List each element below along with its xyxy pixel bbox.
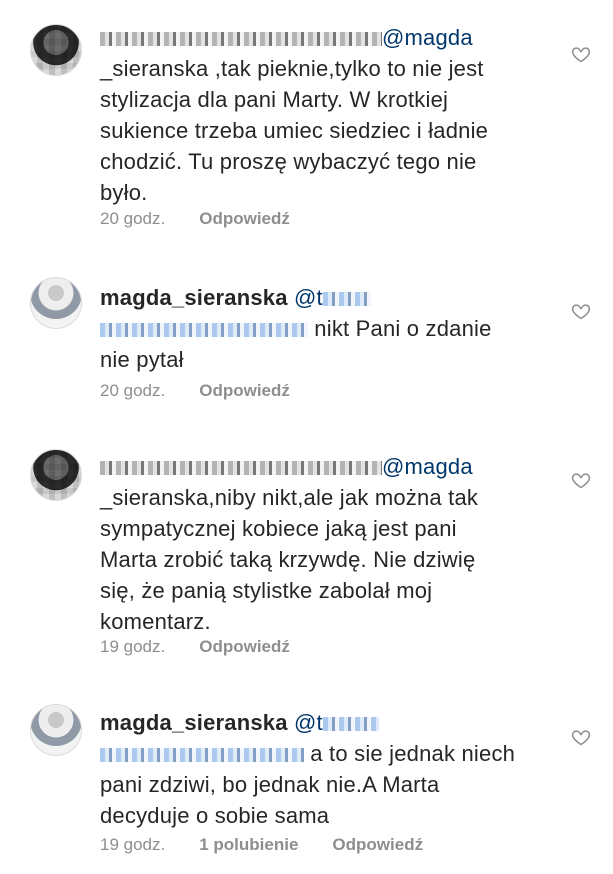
reply-button[interactable]: Odpowiedź xyxy=(332,835,423,854)
comment-line: decyduje o sobie sama xyxy=(100,803,330,828)
mention-link[interactable]: @magda xyxy=(382,454,473,479)
comment-line: nie pytał xyxy=(100,347,184,372)
avatar[interactable] xyxy=(30,449,82,501)
comment-line: chodzić. Tu proszę wybaczyć tego nie xyxy=(100,149,477,174)
comment-line: się, że panią stylistke zabolał moj xyxy=(100,578,433,603)
reply-button[interactable]: Odpowiedź xyxy=(199,381,290,400)
username[interactable]: magda_sieranska xyxy=(100,710,288,735)
comment-meta: 20 godz. Odpowiedź xyxy=(100,209,324,229)
blurred-mention[interactable] xyxy=(322,717,379,732)
comment-line: komentarz. xyxy=(100,609,211,634)
comment-meta: 19 godz. Odpowiedź xyxy=(100,637,324,657)
mention-link[interactable]: @t xyxy=(294,285,323,310)
heart-outline-icon[interactable] xyxy=(571,727,591,747)
timestamp: 19 godz. xyxy=(100,835,166,854)
mention-link[interactable]: @t xyxy=(294,710,323,735)
comment-text: @magda _sieranska,niby nikt,ale jak możn… xyxy=(100,451,540,637)
comment-line: a to sie jednak niech xyxy=(304,741,516,766)
heart-outline-icon[interactable] xyxy=(571,301,591,321)
blurred-username[interactable] xyxy=(100,461,382,476)
reply-button[interactable]: Odpowiedź xyxy=(199,637,290,656)
comment-line: było. xyxy=(100,180,148,205)
timestamp: 20 godz. xyxy=(100,209,166,228)
mention-link[interactable]: @magda xyxy=(382,25,473,50)
comment-text: magda_sieranska @t a to sie jednak niech… xyxy=(100,707,540,831)
comment-text: @magda _sieranska ,tak pieknie,tylko to … xyxy=(100,22,540,208)
avatar[interactable] xyxy=(30,277,82,329)
comment-line: Marta zrobić taką krzywdę. Nie dziwię xyxy=(100,547,476,572)
comment-line: _sieranska,niby nikt,ale jak można tak xyxy=(100,485,479,510)
comment-text: magda_sieranska @t nikt Pani o zdanie ni… xyxy=(100,282,540,375)
comment-line: pani zdziwi, bo jednak nie.A Marta xyxy=(100,772,440,797)
heart-outline-icon[interactable] xyxy=(571,44,591,64)
timestamp: 19 godz. xyxy=(100,637,166,656)
comment-meta: 20 godz. Odpowiedź xyxy=(100,381,324,401)
comment-line: sukience trzeba umiec siedziec i ładnie xyxy=(100,118,489,143)
comment-meta: 19 godz. 1 polubienie Odpowiedź xyxy=(100,835,457,855)
timestamp: 20 godz. xyxy=(100,381,166,400)
avatar[interactable] xyxy=(30,24,82,76)
avatar[interactable] xyxy=(30,704,82,756)
likes-count[interactable]: 1 polubienie xyxy=(199,835,298,854)
comment-line: _sieranska ,tak pieknie,tylko to nie jes… xyxy=(100,56,484,81)
blurred-mention[interactable] xyxy=(100,323,308,338)
blurred-mention[interactable] xyxy=(322,292,371,307)
comment-line: stylizacja dla pani Marty. W krotkiej xyxy=(100,87,449,112)
comment-line: sympatycznej kobiece jaką jest pani xyxy=(100,516,457,541)
heart-outline-icon[interactable] xyxy=(571,470,591,490)
blurred-mention[interactable] xyxy=(100,748,304,763)
reply-button[interactable]: Odpowiedź xyxy=(199,209,290,228)
comment-line: nikt Pani o zdanie xyxy=(308,316,492,341)
blurred-username[interactable] xyxy=(100,32,382,47)
username[interactable]: magda_sieranska xyxy=(100,285,288,310)
